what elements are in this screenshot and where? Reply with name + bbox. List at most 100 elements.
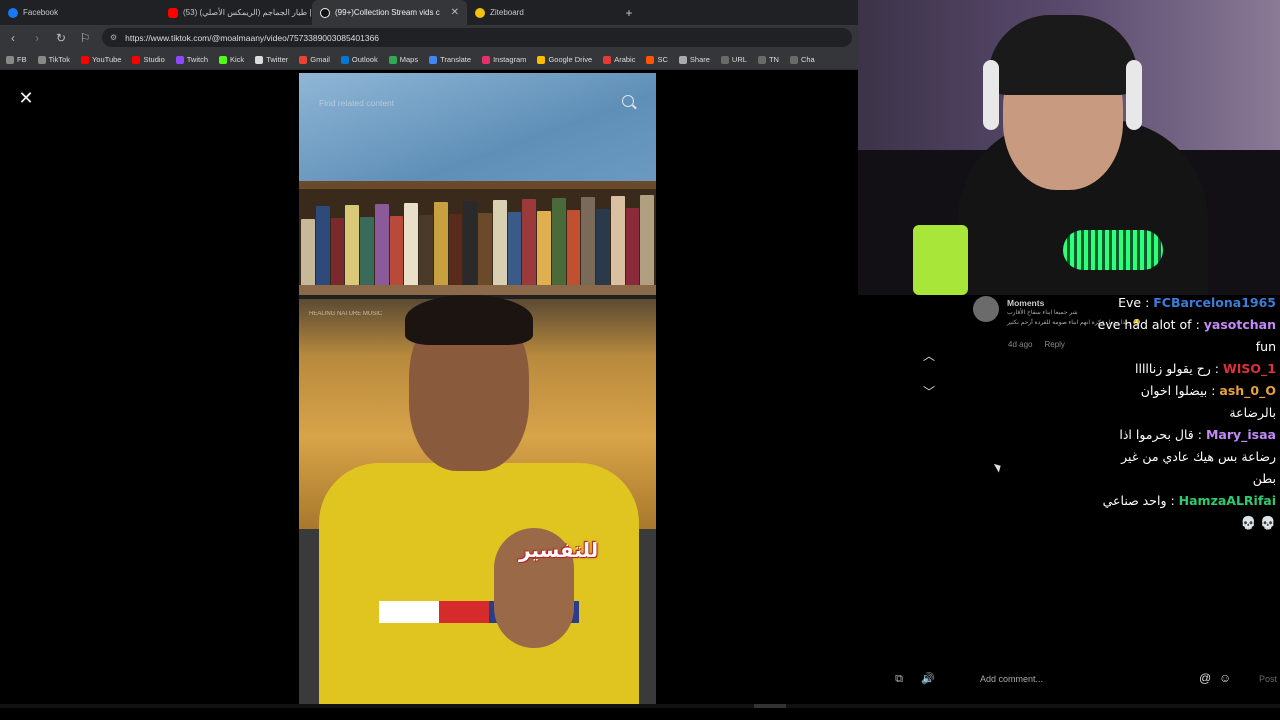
bookmark-item[interactable]: FB: [6, 55, 27, 64]
bookmark-icon: [80, 55, 89, 64]
chat-username[interactable]: Mary_isaa: [1206, 427, 1276, 442]
tiktok-icon: [320, 7, 330, 18]
tab-tiktok[interactable]: (99+)Collection Stream vids c ✕: [312, 0, 467, 25]
emoji-icon[interactable]: ☺: [1219, 671, 1231, 685]
bookmark-item[interactable]: Instagram: [482, 55, 526, 64]
mention-icon[interactable]: @: [1199, 671, 1211, 685]
chat-text: رح يقولو زنااااا: [1135, 361, 1211, 376]
video-book: [507, 212, 522, 289]
video-book: [596, 209, 610, 289]
moments-preview-line: شر جميعا ابناء سفاح الأقارب: [1007, 310, 1078, 316]
video-background-wall: [299, 73, 656, 193]
scrollbar-thumb[interactable]: [754, 704, 786, 708]
video-bookshelf: [299, 189, 656, 289]
bookmark-item[interactable]: Maps: [388, 55, 419, 64]
bookmark-label: YouTube: [91, 55, 122, 64]
bookmark-icon: [388, 55, 397, 64]
bookmark-icon: [219, 55, 228, 64]
chat-username[interactable]: yasotchan: [1204, 317, 1276, 332]
close-icon[interactable]: ✕: [16, 88, 36, 108]
chevron-down-icon[interactable]: ﹀: [922, 385, 936, 399]
tab-label: Ziteboard: [490, 8, 524, 17]
avatar[interactable]: [973, 296, 999, 322]
bookmark-item[interactable]: Twitch: [175, 55, 208, 64]
chat-message: Mary_isaa : قال بحرموا اذا رضاعة بس هيك …: [1096, 424, 1276, 490]
bookmark-item[interactable]: Studio: [132, 55, 165, 64]
post-button[interactable]: Post: [1259, 674, 1277, 684]
tab-ziteboard[interactable]: Ziteboard: [467, 0, 617, 25]
bookmark-item[interactable]: Outlook: [340, 55, 378, 64]
bookmark-icon: [340, 55, 349, 64]
bookmark-label: Translate: [440, 55, 472, 64]
bookmark-label: TN: [768, 55, 779, 64]
video-person-hair: [405, 295, 533, 345]
forward-icon[interactable]: ›: [30, 31, 44, 45]
chat-message: WISO_1 : رح يقولو زنااااا: [1096, 358, 1276, 380]
bookmark-icon: [482, 55, 491, 64]
back-icon[interactable]: ‹: [6, 31, 20, 45]
bookmark-label: FB: [17, 55, 27, 64]
video-book: [463, 201, 477, 289]
moments-comment: Moments شر جميعا ابناء سفاح الأقارب وهذا…: [973, 296, 1141, 356]
bookmark-label: TikTok: [48, 55, 70, 64]
tab-label: (53) طيار الجماجم (الريمكس الأصلي) |: [183, 8, 312, 17]
bookmark-icon: [603, 55, 612, 64]
url-input[interactable]: ⚙ https://www.tiktok.com/@moalmaany/vide…: [102, 28, 852, 47]
bookmark-item[interactable]: URL: [720, 55, 747, 64]
bookmark-item[interactable]: Share: [678, 55, 710, 64]
pip-icon[interactable]: ⧉: [892, 672, 906, 686]
bookmark-item[interactable]: TN: [757, 55, 779, 64]
bookmark-item[interactable]: Gmail: [299, 55, 330, 64]
video-book: [566, 210, 581, 289]
bookmark-item[interactable]: Cha: [789, 55, 815, 64]
chat-username[interactable]: WISO_1: [1223, 361, 1276, 376]
chat-separator: :: [1166, 493, 1179, 508]
chat-username[interactable]: ash_0_O: [1219, 383, 1276, 398]
video-book: [433, 202, 448, 289]
bookmark-icon: [646, 55, 655, 64]
mouse-cursor: [993, 461, 1004, 473]
tab-facebook[interactable]: Facebook: [0, 0, 160, 25]
bookmark-item[interactable]: Translate: [429, 55, 471, 64]
bookmark-icon: [429, 55, 438, 64]
search-icon[interactable]: [622, 95, 634, 107]
close-tab-icon[interactable]: ✕: [451, 7, 459, 18]
reload-icon[interactable]: ↻: [54, 31, 68, 45]
reply-link[interactable]: Reply: [1044, 340, 1064, 349]
bookmark-item[interactable]: YouTube: [80, 55, 122, 64]
stream-chat: FCBarcelona1965 : Eve yasotchan : eve had…: [1096, 292, 1276, 562]
bookmark-item[interactable]: SC: [646, 55, 668, 64]
chat-separator: :: [1210, 361, 1223, 376]
webcam-overlay: [858, 0, 1280, 295]
bookmark-item[interactable]: Twitter: [255, 55, 288, 64]
bookmark-label: Maps: [399, 55, 419, 64]
chat-username[interactable]: HamzaALRifai: [1179, 493, 1276, 508]
bookmark-label: SC: [657, 55, 668, 64]
tab-youtube[interactable]: (53) طيار الجماجم (الريمكس الأصلي) |: [160, 0, 312, 25]
volume-icon[interactable]: 🔊: [921, 672, 935, 686]
site-info-icon[interactable]: ⚙: [110, 33, 117, 42]
video-book: [419, 215, 433, 289]
chevron-up-icon[interactable]: ︿: [922, 349, 936, 363]
youtube-icon: [168, 7, 178, 18]
bookmark-item[interactable]: TikTok: [37, 55, 70, 64]
chat-message: yasotchan : eve had alot of fun: [1096, 314, 1276, 358]
scrollbar-track[interactable]: [0, 704, 1280, 708]
moments-time: 4d ago: [1008, 340, 1033, 349]
bookmark-item[interactable]: Kick: [219, 55, 244, 64]
bookmark-label: URL: [731, 55, 747, 64]
bookmark-icon[interactable]: ⚐: [78, 31, 92, 45]
new-tab-button[interactable]: +: [617, 6, 641, 20]
bookmark-icon: [299, 55, 308, 64]
chat-username[interactable]: FCBarcelona1965: [1153, 295, 1276, 310]
comment-input[interactable]: Add comment...: [980, 668, 1220, 690]
video-player[interactable]: HEALING NATURE MUSIC للتفسير Find relate…: [299, 73, 656, 705]
find-related-input[interactable]: Find related content: [319, 98, 394, 108]
bookmark-icon: [6, 55, 14, 64]
bookmark-item[interactable]: Arabic: [603, 55, 635, 64]
chat-message: HamzaALRifai : واحد صناعي 💀 💀: [1096, 490, 1276, 534]
bookmark-icon: [255, 55, 264, 64]
bookmark-icon: [678, 55, 687, 64]
bookmark-item[interactable]: Google Drive: [537, 55, 592, 64]
bookmark-icon: [757, 55, 766, 64]
